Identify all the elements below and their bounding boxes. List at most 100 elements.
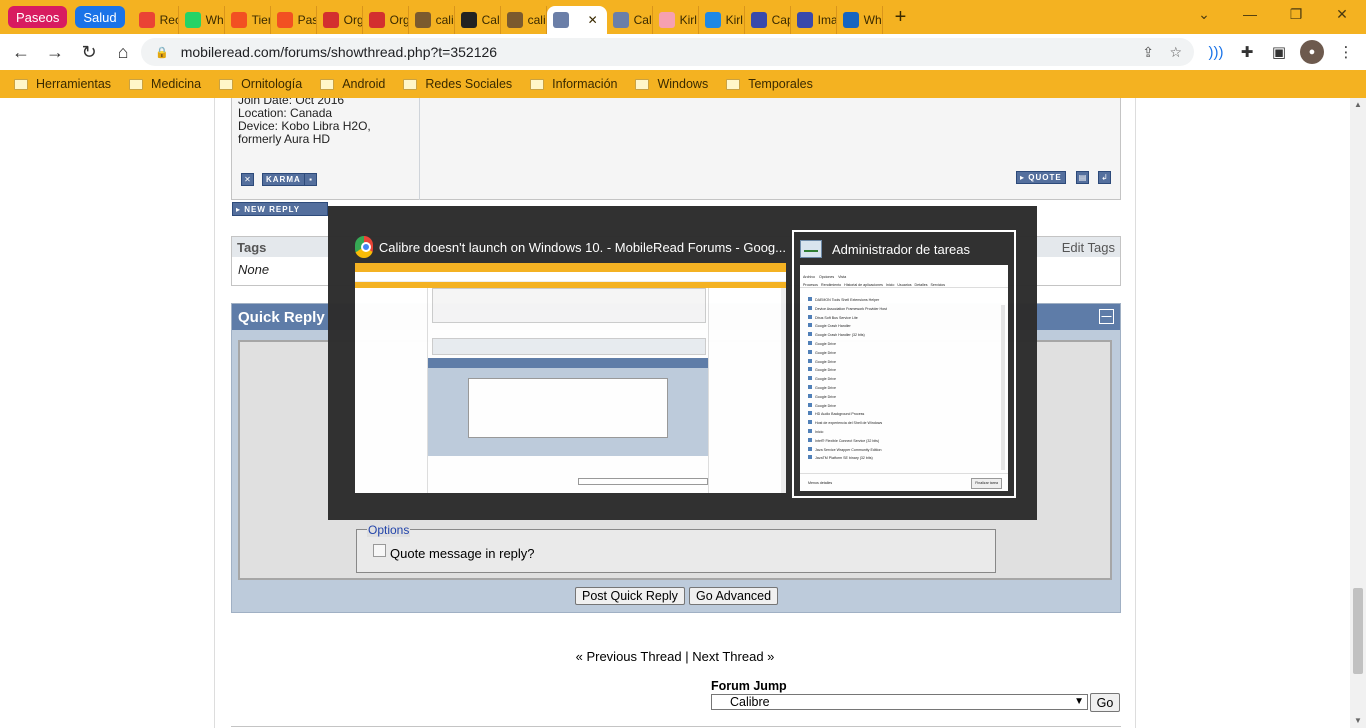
- tab-label: Cap: [771, 13, 790, 27]
- process-icon: [808, 446, 812, 451]
- process-icon: [808, 402, 812, 407]
- browser-tab[interactable]: Wh: [179, 6, 225, 34]
- scroll-down-icon[interactable]: ▼: [1354, 716, 1362, 725]
- tab-favicon-icon: [322, 12, 339, 28]
- browser-tab[interactable]: Cap: [745, 6, 791, 34]
- browser-tab[interactable]: Org: [317, 6, 363, 34]
- thread-navigation: « Previous Thread | Next Thread »: [215, 649, 1135, 664]
- quick-reply-icon[interactable]: ↲: [1098, 171, 1111, 184]
- browser-tab[interactable]: Pas: [271, 6, 317, 34]
- switcher-window-task-manager[interactable]: Administrador de tareas Archivo Opciones V…: [792, 230, 1016, 498]
- forum-jump-select[interactable]: Calibre ▼: [711, 694, 1088, 710]
- bookmark-folder[interactable]: Información: [530, 77, 617, 91]
- tab-favicon-icon: [658, 12, 675, 28]
- browser-tab[interactable]: Rec: [133, 6, 179, 34]
- address-bar[interactable]: 🔒 mobileread.com/forums/showthread.php?t…: [141, 38, 1194, 66]
- new-reply-button[interactable]: ▸ NEW REPLY: [232, 202, 328, 216]
- share-icon[interactable]: ⇪: [1142, 44, 1154, 61]
- previous-thread-link[interactable]: Previous Thread: [586, 649, 681, 664]
- info-icon[interactable]: ▪: [304, 173, 317, 186]
- minimize-button[interactable]: —: [1227, 0, 1273, 28]
- browser-tab[interactable]: Cali: [455, 6, 501, 34]
- options-legend: Options: [367, 523, 411, 537]
- scroll-up-icon[interactable]: ▲: [1354, 100, 1362, 109]
- new-tab-button[interactable]: +: [889, 3, 913, 31]
- process-row: Google Drive: [808, 349, 1008, 358]
- bookmark-folder[interactable]: Redes Sociales: [403, 77, 512, 91]
- browser-toolbar: ← → ↻ ⌂ 🔒 mobileread.com/forums/showthre…: [0, 34, 1366, 70]
- bookmark-folder[interactable]: Medicina: [129, 77, 201, 91]
- task-manager-thumbnail: Archivo Opciones Vista Procesos Rendimiento…: [800, 265, 1008, 491]
- process-icon: [808, 305, 812, 310]
- avatar[interactable]: ●: [1300, 40, 1324, 64]
- tab-favicon-icon: [506, 12, 523, 28]
- maximize-button[interactable]: ❐: [1273, 0, 1319, 28]
- process-icon: [808, 376, 812, 381]
- browser-tab[interactable]: Tier: [225, 6, 271, 34]
- next-thread-link[interactable]: Next Thread: [692, 649, 763, 664]
- extensions-puzzle-icon[interactable]: ✚: [1235, 40, 1259, 64]
- process-name: Google Drive: [815, 377, 836, 382]
- bookmark-folder[interactable]: Windows: [635, 77, 708, 91]
- browser-tab[interactable]: cali: [501, 6, 547, 34]
- report-icon[interactable]: ✕: [241, 173, 254, 186]
- multiquote-icon[interactable]: ▤: [1076, 171, 1089, 184]
- process-row: Device Association Framework Provider Ho…: [808, 305, 1008, 314]
- browser-tab[interactable]: Kirl: [653, 6, 699, 34]
- browser-tab[interactable]: Wh: [837, 6, 883, 34]
- bookmark-label: Ornitología: [241, 77, 303, 91]
- tab-label: Wh: [205, 13, 224, 27]
- karma-button[interactable]: KARMA: [262, 173, 305, 186]
- tab-favicon-icon: [796, 12, 813, 28]
- process-row: Dbus Soft Bus Service Lite: [808, 314, 1008, 323]
- reload-icon[interactable]: ↻: [74, 37, 104, 67]
- tab-close-icon[interactable]: ✕: [588, 13, 598, 27]
- quote-checkbox[interactable]: [373, 544, 386, 557]
- browser-tab[interactable]: ✕: [546, 6, 607, 34]
- bookmark-folder[interactable]: Herramientas: [14, 77, 111, 91]
- tab-label: cali: [527, 13, 546, 27]
- browser-tab[interactable]: Kirl: [699, 6, 745, 34]
- task-manager-tab: Rendimiento: [820, 283, 842, 287]
- browser-tab[interactable]: Ima: [791, 6, 837, 34]
- forum-jump-go-button[interactable]: Go: [1090, 693, 1120, 712]
- collapse-icon[interactable]: —: [1099, 309, 1114, 324]
- page-scrollbar[interactable]: ▲ ▼: [1350, 98, 1366, 728]
- bookmark-label: Windows: [657, 77, 709, 91]
- bookmark-folder[interactable]: Temporales: [726, 77, 813, 91]
- bookmark-folder[interactable]: Android: [320, 77, 385, 91]
- close-window-button[interactable]: ✕: [1319, 0, 1365, 28]
- side-panel-icon[interactable]: ▣: [1267, 40, 1291, 64]
- folder-icon: [403, 78, 418, 90]
- tab-label: Ima: [817, 13, 837, 27]
- tab-group-1[interactable]: Salud: [75, 6, 125, 28]
- bookmark-folder[interactable]: Ornitología: [219, 77, 302, 91]
- switcher-window-chrome[interactable]: Calibre doesn't launch on Windows 10. - …: [355, 236, 786, 494]
- browser-tab[interactable]: cali: [409, 6, 455, 34]
- new-reply-arrow-icon: ▸: [236, 204, 245, 214]
- edit-tags-link[interactable]: Edit Tags: [1062, 240, 1115, 255]
- tab-search-icon[interactable]: ⌄: [1181, 0, 1227, 28]
- tab-favicon-icon: [704, 12, 721, 28]
- quote-button[interactable]: ▸ QUOTE: [1016, 171, 1066, 184]
- bookmark-label: Medicina: [151, 77, 202, 91]
- menu-kebab-icon[interactable]: ⋮: [1334, 40, 1358, 64]
- home-icon[interactable]: ⌂: [108, 37, 138, 67]
- bookmark-star-icon[interactable]: ☆: [1169, 44, 1182, 61]
- tab-favicon-icon: [414, 12, 431, 28]
- bookmark-label: Información: [552, 77, 618, 91]
- forward-icon[interactable]: →: [40, 37, 70, 67]
- browser-tab[interactable]: Org: [363, 6, 409, 34]
- go-advanced-button[interactable]: Go Advanced: [689, 587, 779, 605]
- back-icon[interactable]: ←: [6, 37, 36, 67]
- browser-tab[interactable]: Cali: [607, 6, 653, 34]
- extension-icon-1[interactable]: ))): [1204, 40, 1228, 64]
- chrome-window-thumbnail: [355, 263, 786, 493]
- post-quick-reply-button[interactable]: Post Quick Reply: [575, 587, 685, 605]
- process-icon: [808, 358, 812, 363]
- tab-group-0[interactable]: Paseos: [8, 6, 68, 28]
- scrollbar-thumb[interactable]: [1353, 588, 1363, 674]
- process-row: Intel® Flexible Connect Service (32 bits…: [808, 437, 1008, 446]
- folder-icon: [129, 78, 144, 90]
- task-manager-menu: Archivo Opciones Vista: [800, 273, 1008, 281]
